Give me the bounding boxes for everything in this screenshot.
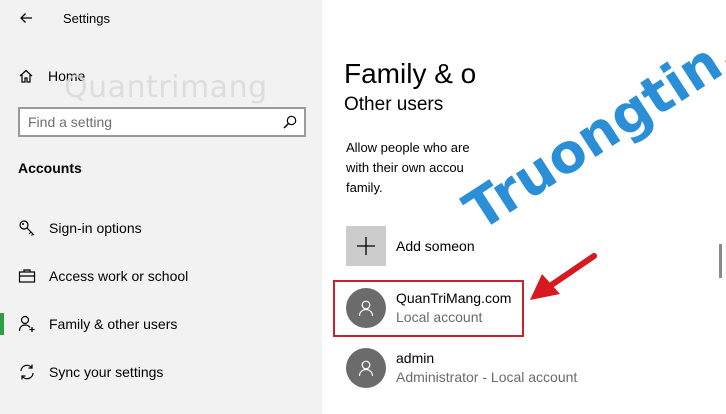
red-arrow-icon [530,253,597,300]
search-icon[interactable] [282,114,298,130]
briefcase-icon [18,269,36,283]
accounts-section-title: Accounts [18,160,82,176]
other-users-heading: Other users [344,94,444,115]
plus-icon [357,237,375,255]
user-account-type: Administrator - Local account [396,369,578,385]
sidebar-item-access-work[interactable]: Access work or school [0,256,322,296]
key-icon [19,220,35,236]
sidebar-item-sync-settings[interactable]: Sync your settings [0,352,322,392]
person-add-icon [18,315,35,332]
highlight-box [333,280,524,337]
sidebar-item-label: Sign-in options [49,220,142,236]
add-tile [346,226,386,266]
user-row-admin[interactable]: admin Administrator - Local account [346,346,577,390]
user-name: admin [396,350,435,366]
watermark-quantrimang: Quantrimang [64,70,268,105]
search-box[interactable] [18,107,306,137]
home-icon [19,69,33,83]
sidebar-item-label: Family & other users [49,316,178,332]
sidebar-item-family-other-users[interactable]: Family & other users [0,304,322,344]
page-title: Family & ot [344,58,476,89]
add-someone-button[interactable]: Add someon [346,226,476,266]
sidebar-item-sign-in-options[interactable]: Sign-in options [0,208,322,248]
title-bar: Settings [0,0,322,36]
add-someone-label: Add someon [396,238,475,254]
avatar [346,348,386,388]
back-arrow-icon [20,13,32,23]
back-button[interactable] [14,6,38,30]
sidebar-item-label: Access work or school [49,268,189,284]
sidebar-item-label: Sync your settings [49,364,164,380]
app-title: Settings [63,11,110,26]
sync-icon [20,364,34,380]
search-input[interactable] [28,112,278,132]
settings-sidebar: Settings Home Accounts Sign-in options A… [0,0,322,414]
scrollbar-thumb[interactable] [719,244,722,278]
user-icon [358,360,374,377]
